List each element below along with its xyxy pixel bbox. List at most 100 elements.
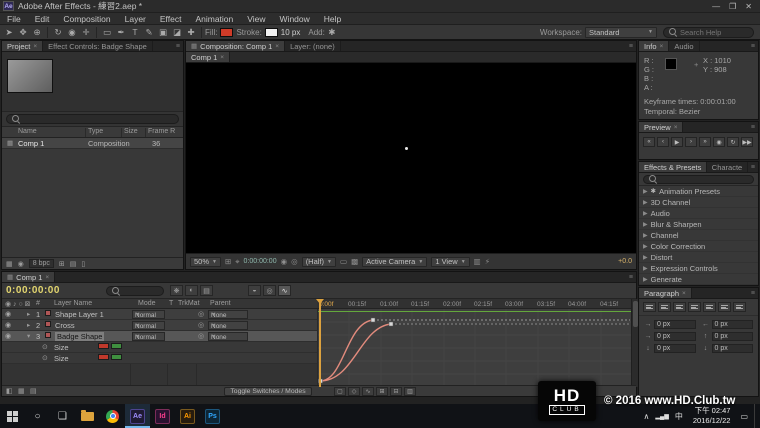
y-dimension-chip[interactable] bbox=[111, 343, 122, 349]
puppet-pin-tool[interactable]: ✚ bbox=[184, 27, 198, 38]
mask-visibility-icon[interactable]: ⌖ bbox=[235, 257, 239, 267]
play-button[interactable]: ▶ bbox=[671, 137, 683, 147]
panel-menu-icon[interactable]: ≡ bbox=[748, 162, 758, 172]
brush-tool[interactable]: ✎ bbox=[142, 27, 156, 38]
close-icon[interactable]: × bbox=[674, 124, 678, 131]
hide-shy-layers-icon[interactable]: ▤ bbox=[200, 285, 213, 296]
fit-all-graphs-icon[interactable]: ⊟ bbox=[390, 387, 402, 396]
y-dimension-chip[interactable] bbox=[111, 354, 122, 360]
viewer-timecode[interactable]: 0:00:00:00 bbox=[244, 258, 277, 265]
show-snapshot-icon[interactable]: ◎ bbox=[291, 257, 298, 266]
tab-info[interactable]: Info × bbox=[639, 41, 669, 51]
category-animation-presets[interactable]: ▶ ✱ Animation Presets bbox=[639, 186, 758, 197]
column-layer-name[interactable]: Layer Name bbox=[54, 300, 92, 307]
motion-blur-icon[interactable]: ◎ bbox=[263, 285, 276, 296]
menu-window[interactable]: Window bbox=[273, 14, 317, 24]
tab-effects-presets[interactable]: Effects & Presets bbox=[639, 162, 707, 172]
expander-icon[interactable]: ▸ bbox=[27, 310, 30, 318]
mode-dropdown[interactable]: Normal▼ bbox=[132, 310, 165, 319]
layer-name[interactable]: Shape Layer 1 bbox=[55, 310, 104, 319]
fast-previews-icon[interactable]: ⚡︎ bbox=[485, 257, 490, 266]
snap-icon[interactable]: ▥ bbox=[404, 387, 416, 396]
expand-inout-icon[interactable]: ▤ bbox=[30, 387, 37, 395]
stopwatch-icon[interactable]: ⊙ bbox=[42, 354, 48, 362]
tab-paragraph[interactable]: Paragraph × bbox=[639, 288, 692, 298]
space-before-field[interactable]: 0 px bbox=[712, 332, 754, 341]
close-icon[interactable]: × bbox=[220, 54, 224, 61]
tab-timeline-comp1[interactable]: ▦ Comp 1 × bbox=[2, 272, 55, 282]
camera-dropdown[interactable]: Active Camera ▼ bbox=[362, 257, 427, 267]
tab-audio[interactable]: Audio bbox=[669, 41, 699, 51]
property-row-size-2[interactable]: ⊙ Size bbox=[2, 353, 317, 364]
panel-menu-icon[interactable]: ≡ bbox=[173, 41, 183, 51]
parent-dropdown[interactable]: None▼ bbox=[208, 321, 248, 330]
column-name[interactable]: Name bbox=[18, 128, 37, 135]
subtab-comp1[interactable]: Comp 1 × bbox=[186, 52, 230, 62]
column-frame-rate[interactable]: Frame R bbox=[148, 128, 175, 135]
proxy-icon[interactable]: ◉ bbox=[18, 260, 24, 268]
property-name[interactable]: Size bbox=[54, 354, 69, 363]
taskbar-illustrator-button[interactable]: Ai bbox=[175, 404, 200, 428]
delete-icon[interactable]: ▯ bbox=[81, 260, 85, 268]
visibility-eye-icon[interactable]: ◉ bbox=[5, 321, 11, 329]
menu-edit[interactable]: Edit bbox=[28, 14, 57, 24]
frame-blend-icon[interactable]: ◒ bbox=[248, 285, 261, 296]
justify-last-right-button[interactable] bbox=[718, 302, 731, 312]
category-3d-channel[interactable]: ▶ 3D Channel bbox=[639, 197, 758, 208]
last-frame-button[interactable]: » bbox=[699, 137, 711, 147]
composition-mini-flowchart-icon[interactable]: ❋ bbox=[170, 285, 183, 296]
panel-menu-icon[interactable]: ≡ bbox=[626, 41, 636, 51]
stroke-width-value[interactable]: 10 px bbox=[281, 28, 301, 37]
auto-zoom-graph-icon[interactable]: ∿ bbox=[362, 387, 374, 396]
layer-name[interactable]: Cross bbox=[55, 321, 75, 330]
project-search[interactable] bbox=[6, 114, 179, 124]
new-composition-icon[interactable]: ▤ bbox=[70, 260, 77, 268]
column-type[interactable]: Type bbox=[88, 128, 103, 135]
maximize-button[interactable]: ❐ bbox=[729, 2, 736, 11]
interpret-footage-icon[interactable]: ▦ bbox=[6, 260, 13, 268]
panel-menu-icon[interactable]: ≡ bbox=[626, 272, 636, 282]
close-icon[interactable]: × bbox=[682, 290, 686, 297]
layer-color-chip[interactable] bbox=[45, 310, 51, 316]
task-view-button[interactable]: ❏ bbox=[50, 404, 75, 428]
shape-tool[interactable]: ▭ bbox=[100, 27, 114, 38]
visibility-eye-icon[interactable]: ◉ bbox=[5, 332, 11, 340]
category-generate[interactable]: ▶ Generate bbox=[639, 274, 758, 285]
effects-search-input[interactable] bbox=[660, 175, 728, 184]
column-t[interactable]: T bbox=[169, 300, 173, 307]
justify-all-button[interactable] bbox=[733, 302, 746, 312]
close-icon[interactable]: × bbox=[275, 43, 279, 50]
visibility-eye-icon[interactable]: ◉ bbox=[5, 310, 11, 318]
indent-left-field[interactable]: 0 px bbox=[654, 320, 696, 329]
tab-effect-controls[interactable]: Effect Controls: Badge Shape bbox=[43, 41, 153, 51]
new-folder-icon[interactable]: ⊞ bbox=[59, 260, 65, 268]
category-channel[interactable]: ▶ Channel bbox=[639, 230, 758, 241]
column-size[interactable]: Size bbox=[124, 128, 138, 135]
fill-color-swatch[interactable] bbox=[220, 28, 233, 37]
exposure-value[interactable]: +0.0 bbox=[618, 258, 632, 265]
category-expression-controls[interactable]: ▶ Expression Controls bbox=[639, 263, 758, 274]
column-mode[interactable]: Mode bbox=[138, 300, 156, 307]
column-parent[interactable]: Parent bbox=[210, 300, 231, 307]
stopwatch-icon[interactable]: ⊙ bbox=[42, 343, 48, 351]
type-tool[interactable]: T bbox=[128, 27, 142, 37]
snapshot-icon[interactable]: ◉ bbox=[281, 257, 288, 266]
tab-preview[interactable]: Preview × bbox=[639, 122, 683, 132]
align-left-button[interactable] bbox=[643, 302, 656, 312]
category-color-correction[interactable]: ▶ Color Correction bbox=[639, 241, 758, 252]
taskbar-after-effects-button[interactable]: Ae bbox=[125, 404, 150, 428]
expand-transfer-controls-icon[interactable]: ◧ bbox=[6, 387, 13, 395]
notification-center-icon[interactable]: ▭ bbox=[740, 412, 748, 421]
view-layout-dropdown[interactable]: 1 View ▼ bbox=[431, 257, 469, 267]
menu-composition[interactable]: Composition bbox=[56, 14, 117, 24]
chrome-button[interactable] bbox=[100, 404, 125, 428]
taskbar-photoshop-button[interactable]: Ps bbox=[200, 404, 225, 428]
menu-effect[interactable]: Effect bbox=[153, 14, 189, 24]
color-depth-button[interactable]: 8 bpc bbox=[29, 259, 54, 268]
menu-view[interactable]: View bbox=[240, 14, 272, 24]
taskbar-search-button[interactable]: ○ bbox=[25, 404, 50, 428]
pickwhip-icon[interactable]: ◎ bbox=[198, 321, 204, 329]
zoom-tool[interactable]: ⊕ bbox=[30, 27, 44, 38]
effects-search[interactable] bbox=[643, 175, 754, 184]
parent-dropdown[interactable]: None▼ bbox=[208, 332, 248, 341]
